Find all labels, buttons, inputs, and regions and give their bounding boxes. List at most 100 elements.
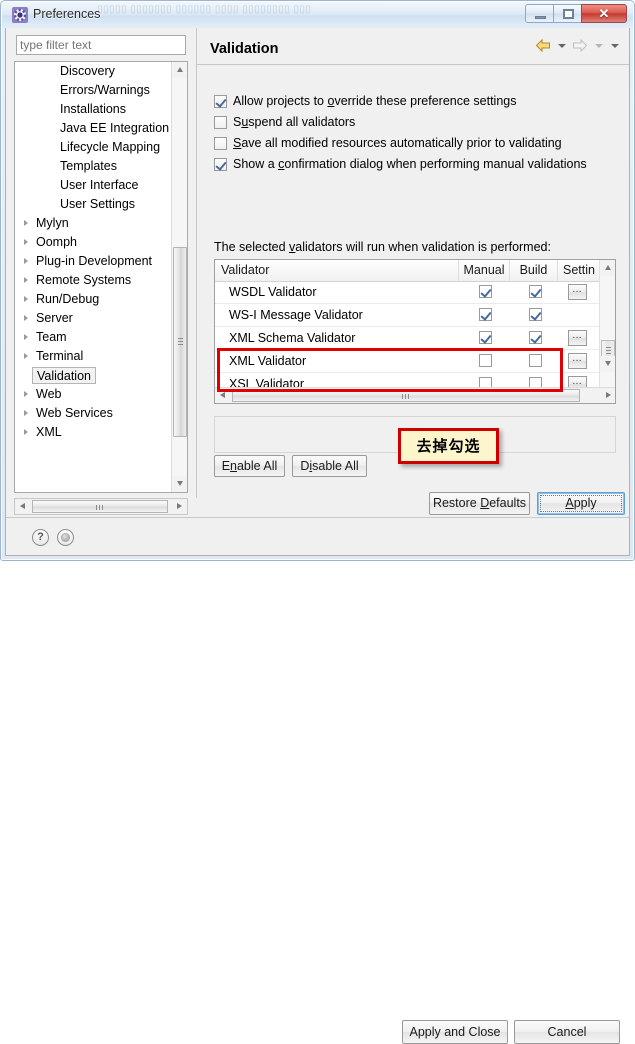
expand-arrow-icon[interactable]	[24, 334, 28, 340]
option-checkbox-2[interactable]	[214, 137, 227, 150]
build-checkbox[interactable]	[529, 331, 542, 344]
manual-checkbox[interactable]	[479, 308, 492, 321]
tree-item-user-interface[interactable]: User Interface	[15, 176, 172, 195]
tree-item-remote-systems[interactable]: Remote Systems	[15, 271, 172, 290]
column-header-validator[interactable]: Validator	[215, 260, 459, 281]
expand-arrow-icon[interactable]	[24, 353, 28, 359]
tree-item-xml[interactable]: XML	[15, 423, 172, 442]
tree-item-terminal[interactable]: Terminal	[15, 347, 172, 366]
column-header-build[interactable]: Build	[510, 260, 558, 281]
table-row[interactable]: XML Validator…	[215, 350, 601, 373]
tree-item-team[interactable]: Team	[15, 328, 172, 347]
tree-item-templates[interactable]: Templates	[15, 157, 172, 176]
column-header-settings[interactable]: Settin	[558, 260, 601, 281]
tree-hscrollbar-thumb[interactable]	[32, 500, 168, 513]
expand-arrow-icon[interactable]	[24, 277, 28, 283]
cancel-button[interactable]: Cancel	[514, 1020, 620, 1044]
manual-checkbox[interactable]	[479, 285, 492, 298]
option-row-1[interactable]: Suspend all validators	[214, 112, 624, 133]
table-row[interactable]: WSDL Validator …	[215, 281, 601, 304]
table-vertical-scrollbar[interactable]	[599, 260, 615, 388]
option-row-0[interactable]: Allow projects to override these prefere…	[214, 91, 624, 112]
option-checkbox-3[interactable]	[214, 158, 227, 171]
option-checkbox-1[interactable]	[214, 116, 227, 129]
table-scroll-up-button[interactable]	[600, 260, 615, 276]
validators-table-caption: The selected validators will run when va…	[214, 240, 551, 254]
close-icon: ✕	[598, 6, 610, 21]
tree-horizontal-scrollbar[interactable]	[14, 498, 188, 515]
expand-arrow-icon[interactable]	[24, 315, 28, 321]
tree-item-java-ee-integration[interactable]: Java EE Integration	[15, 119, 172, 138]
tree-item-label: Java EE Integration	[60, 121, 170, 135]
table-row[interactable]: WS-I Message Validator	[215, 304, 601, 327]
option-row-3[interactable]: Show a confirmation dialog when performi…	[214, 154, 624, 175]
help-icon[interactable]: ?	[32, 529, 49, 546]
table-scroll-right-button[interactable]	[601, 388, 615, 403]
close-button[interactable]: ✕	[581, 4, 627, 23]
maximize-button[interactable]	[553, 4, 582, 23]
back-history-caret-icon[interactable]	[555, 38, 568, 53]
build-checkbox[interactable]	[529, 308, 542, 321]
apply-button[interactable]: Apply	[537, 492, 625, 515]
expand-arrow-icon[interactable]	[24, 258, 28, 264]
manual-checkbox[interactable]	[479, 331, 492, 344]
tree-scroll-down-button[interactable]	[172, 476, 187, 492]
manual-checkbox[interactable]	[479, 354, 492, 367]
title-divider	[197, 64, 629, 65]
back-arrow-icon[interactable]	[535, 38, 552, 53]
build-checkbox[interactable]	[529, 354, 542, 367]
tree-item-run-debug[interactable]: Run/Debug	[15, 290, 172, 309]
table-row[interactable]: XML Schema Validator…	[215, 327, 601, 350]
build-checkbox[interactable]	[529, 285, 542, 298]
page-menu-caret-icon[interactable]	[608, 38, 621, 53]
tree-scrollbar-thumb[interactable]	[173, 247, 187, 437]
table-horizontal-scrollbar[interactable]	[215, 387, 615, 403]
table-hscrollbar-thumb[interactable]	[232, 389, 580, 402]
option-checkbox-0[interactable]	[214, 95, 227, 108]
column-header-manual[interactable]: Manual	[459, 260, 510, 281]
expand-arrow-icon[interactable]	[24, 429, 28, 435]
tree-item-web[interactable]: Web	[15, 385, 172, 404]
tree-item-errors-warnings[interactable]: Errors/Warnings	[15, 81, 172, 100]
tree-item-lifecycle-mapping[interactable]: Lifecycle Mapping	[15, 138, 172, 157]
caret-down-icon	[605, 361, 611, 366]
apply-and-close-button[interactable]: Apply and Close	[402, 1020, 508, 1044]
tree-item-web-services[interactable]: Web Services	[15, 404, 172, 423]
tree-scroll-left-button[interactable]	[15, 499, 30, 514]
tree-item-discovery[interactable]: Discovery	[15, 62, 172, 81]
enable-all-button[interactable]: Enable All	[214, 455, 285, 477]
tree-scroll-up-button[interactable]	[172, 62, 187, 78]
expand-arrow-icon[interactable]	[24, 239, 28, 245]
expand-arrow-icon[interactable]	[24, 220, 28, 226]
expand-arrow-icon[interactable]	[24, 296, 28, 302]
tree-item-server[interactable]: Server	[15, 309, 172, 328]
preferences-tree: Discovery Errors/Warnings Installations Jav…	[14, 61, 188, 493]
settings-ellipsis-button[interactable]: …	[568, 353, 587, 369]
tree-item-user-settings[interactable]: User Settings	[15, 195, 172, 214]
tree-item-label: User Interface	[60, 178, 139, 192]
expand-arrow-icon[interactable]	[24, 391, 28, 397]
tree-scroll-right-button[interactable]	[172, 499, 187, 514]
apply-button-label: Apply	[540, 495, 622, 512]
option-row-2[interactable]: Save all modified resources automaticall…	[214, 133, 624, 154]
shell-circle-icon[interactable]	[57, 529, 74, 546]
tree-item-oomph[interactable]: Oomph	[15, 233, 172, 252]
filter-input[interactable]	[16, 35, 186, 55]
tree-item-mylyn[interactable]: Mylyn	[15, 214, 172, 233]
background-ghost-text: ▯▯▯▯▯ ▯▯▯▯▯▯▯ ▯▯▯▯▯▯ ▯▯▯▯ ▯▯▯▯▯▯▯▯ ▯▯▯	[97, 4, 312, 15]
tree-item-installations[interactable]: Installations	[15, 100, 172, 119]
settings-ellipsis-button[interactable]: …	[568, 284, 587, 300]
caret-right-icon	[606, 392, 611, 398]
expand-arrow-icon[interactable]	[24, 410, 28, 416]
validator-name: WSDL Validator	[229, 285, 317, 299]
tree-item-plug-in-development[interactable]: Plug-in Development	[15, 252, 172, 271]
tree-item-label: Installations	[60, 102, 127, 116]
minimize-button[interactable]	[525, 4, 554, 23]
table-scroll-down-button[interactable]	[600, 356, 615, 372]
disable-all-button[interactable]: Disable All	[292, 455, 367, 477]
tree-item-validation[interactable]: Validation	[15, 366, 172, 385]
restore-defaults-button[interactable]: Restore Defaults	[429, 492, 530, 515]
tree-vertical-scrollbar[interactable]	[171, 62, 187, 492]
table-scroll-left-button[interactable]	[215, 388, 230, 403]
settings-ellipsis-button[interactable]: …	[568, 330, 587, 346]
